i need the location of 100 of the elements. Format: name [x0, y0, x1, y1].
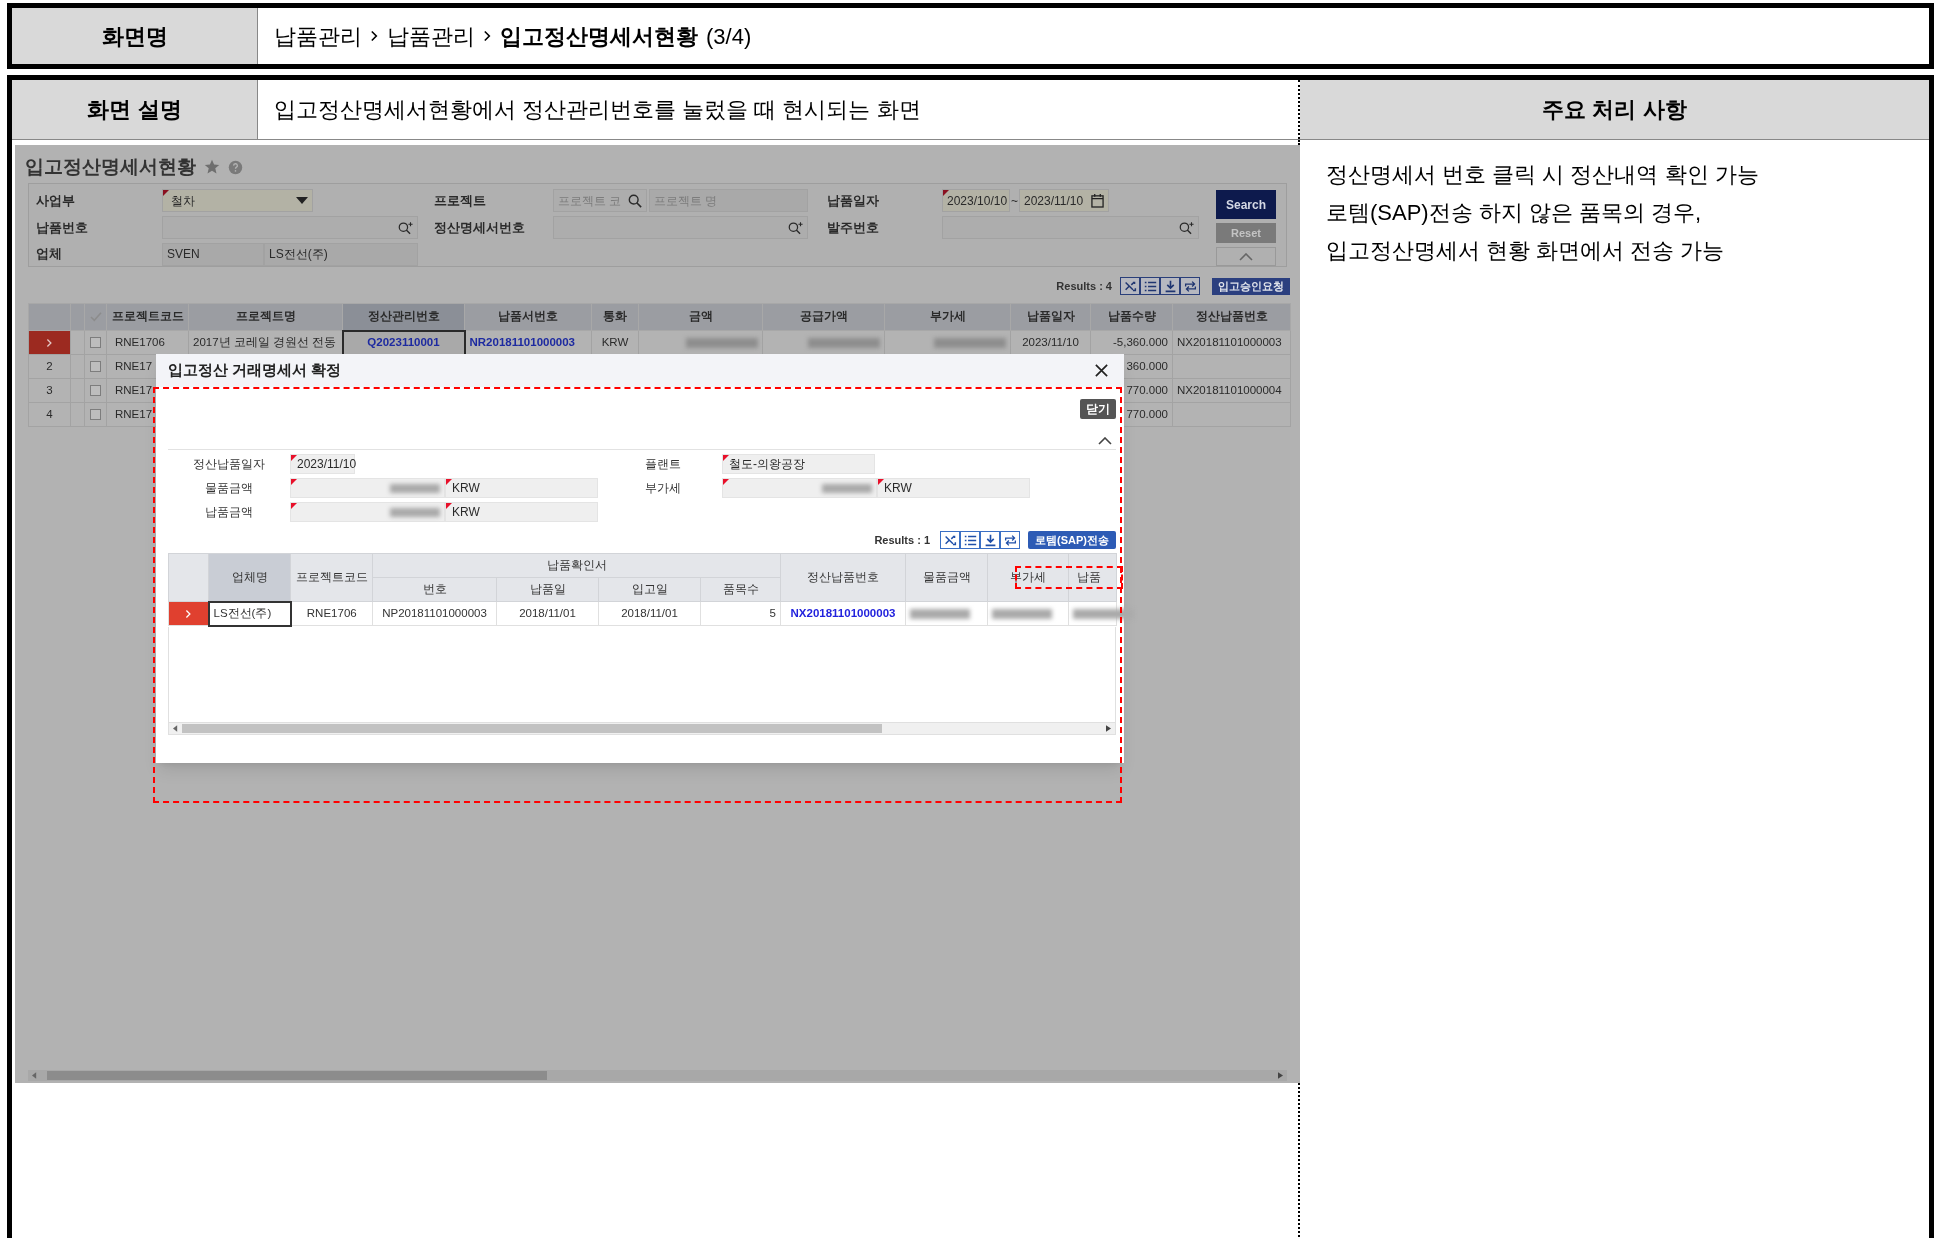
table-cell: LS전선(주)	[213, 606, 272, 619]
search-icon[interactable]	[628, 193, 642, 208]
horizontal-scrollbar[interactable]	[28, 1070, 1287, 1081]
scrollbar-thumb[interactable]	[182, 723, 882, 733]
collapse-button[interactable]	[1098, 437, 1112, 445]
horizontal-scrollbar[interactable]	[168, 721, 1116, 735]
masked-value	[686, 337, 758, 348]
download-icon	[1163, 279, 1177, 293]
order-number-field[interactable]	[942, 216, 1199, 239]
table-cell: RNE1706	[115, 335, 165, 348]
table-cell: RNE17	[115, 407, 153, 420]
sap-send-button[interactable]: 로템(SAP)전송	[1028, 531, 1116, 549]
column-header[interactable]: 프로젝트코드	[290, 553, 373, 602]
field-label: 플랜트	[643, 456, 682, 473]
field-label: 정산납품일자	[192, 456, 266, 473]
date-field: 2023/11/10	[290, 454, 355, 474]
date-to-field[interactable]: 2023/11/10	[1019, 189, 1109, 213]
shuffle-button[interactable]	[940, 531, 961, 549]
column-header[interactable]: 업체명	[208, 553, 291, 602]
currency-field: KRW	[877, 478, 1030, 498]
checkbox[interactable]	[90, 409, 101, 421]
refresh-button[interactable]	[1000, 531, 1021, 549]
note-line: 정산명세서 번호 클릭 시 정산내역 확인 가능	[1326, 161, 1760, 189]
download-button[interactable]	[980, 531, 1001, 549]
table-cell: NP20181101000003	[382, 606, 487, 619]
refresh-button[interactable]	[1180, 277, 1200, 295]
field-label: 프로젝트	[434, 192, 487, 211]
table-cell: RNE17	[115, 359, 153, 372]
table-cell: 2018/11/01	[621, 606, 678, 619]
page-count: (3/4)	[706, 22, 752, 51]
chevron-up-icon	[1239, 252, 1253, 261]
table-cell: 770.000	[1126, 383, 1168, 396]
column-header[interactable]: 프로젝트코드	[106, 303, 189, 331]
checkbox[interactable]	[90, 385, 101, 397]
list-button[interactable]	[1140, 277, 1160, 295]
download-icon	[983, 533, 997, 547]
description-label: 화면 설명	[12, 80, 258, 139]
select-field[interactable]: 철차	[162, 189, 313, 213]
field-label: 사업부	[36, 192, 76, 211]
approval-request-button[interactable]: 입고승인요청	[1212, 277, 1290, 295]
column-header[interactable]: 납품일	[496, 577, 599, 602]
column-header[interactable]: 물품금액	[905, 553, 988, 602]
statement-number-field[interactable]	[553, 216, 808, 239]
description-text: 입고정산명세서현황에서 정산관리번호를 눌렀을 때 현시되는 화면	[274, 96, 921, 124]
column-header[interactable]: 정산납품번호	[1172, 303, 1291, 331]
table-cell: NX20181101000004	[1177, 383, 1282, 396]
scroll-right-icon[interactable]	[1106, 724, 1111, 732]
column-header[interactable]: 납품	[1068, 553, 1117, 602]
breadcrumb-item: 납품관리	[274, 22, 362, 51]
checkbox[interactable]	[90, 337, 101, 349]
notes-title: 주요 처리 사항	[1300, 80, 1929, 139]
column-header[interactable]: 납품서번호	[464, 303, 592, 331]
shuffle-button[interactable]	[1120, 277, 1140, 295]
column-header[interactable]: 통화	[591, 303, 639, 331]
table-cell: 2023/11/10	[1022, 335, 1079, 348]
row-selector[interactable]	[168, 601, 209, 626]
page-title: 입고정산명세서현황	[25, 154, 196, 179]
scrollbar-thumb[interactable]	[47, 1071, 547, 1080]
masked-value	[934, 337, 1006, 348]
search-button[interactable]: Search	[1216, 190, 1276, 219]
row-number: 3	[28, 378, 71, 403]
dialog-title: 입고정산 거래명세서 확정	[168, 360, 342, 381]
calendar-icon[interactable]	[1091, 193, 1104, 209]
list-icon	[963, 533, 977, 547]
dropdown-caret-icon	[296, 196, 308, 205]
column-header[interactable]: 프로젝트명	[188, 303, 343, 331]
column-header[interactable]: 납품일자	[1010, 303, 1091, 331]
column-header[interactable]: 정산납품번호	[780, 553, 906, 602]
field-label: 납품일자	[827, 192, 880, 211]
refresh-icon	[1183, 279, 1197, 293]
date-from-field[interactable]: 2023/10/10	[942, 189, 1010, 213]
field-label: 납품번호	[36, 218, 89, 237]
field-label: 물품금액	[204, 480, 254, 497]
search-icon[interactable]	[1179, 220, 1194, 235]
column-header[interactable]: 금액	[638, 303, 763, 331]
column-header[interactable]: 부가세	[884, 303, 1011, 331]
column-header[interactable]: 정산관리번호	[342, 303, 465, 331]
list-button[interactable]	[960, 531, 981, 549]
table-cell: RNE17	[115, 383, 153, 396]
search-icon[interactable]	[398, 220, 413, 235]
checkbox[interactable]	[90, 361, 101, 373]
field-label: 발주번호	[827, 218, 880, 237]
search-icon[interactable]	[788, 220, 803, 235]
delivery-number-field[interactable]	[162, 216, 418, 239]
header-cell	[168, 553, 209, 602]
vendor-name-field: LS전선(주)	[264, 242, 418, 266]
masked-value	[1073, 608, 1133, 619]
scroll-right-icon[interactable]	[1278, 1072, 1283, 1079]
vendor-code-field: SVEN	[162, 242, 264, 266]
currency-field: KRW	[445, 502, 598, 522]
note-line: 로템(SAP)전송 하지 않은 품목의 경우,	[1326, 199, 1703, 227]
column-header[interactable]: 납품수량	[1090, 303, 1173, 331]
scroll-left-icon[interactable]	[173, 724, 178, 732]
star-icon[interactable]	[204, 159, 220, 175]
table-cell: 5	[769, 606, 776, 619]
column-header[interactable]: 입고일	[598, 577, 701, 602]
column-header[interactable]: 번호	[372, 577, 497, 602]
column-header[interactable]: 공급가액	[762, 303, 885, 331]
download-button[interactable]	[1160, 277, 1180, 295]
close-text-button[interactable]: 닫기	[1080, 399, 1116, 419]
